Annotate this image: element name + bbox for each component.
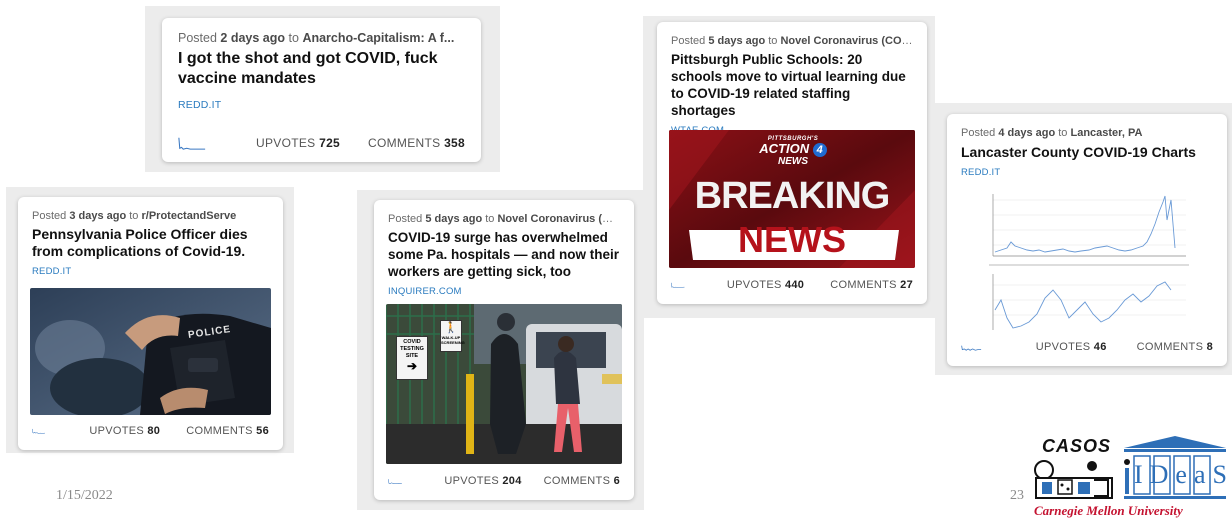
- post-domain-link[interactable]: REDD.IT: [961, 167, 1213, 178]
- sparkline-icon: [671, 282, 685, 288]
- sparkline-icon: [961, 345, 982, 351]
- post-thumbnail[interactable]: PITTSBURGH'S ACTION 4 NEWS BREAKING NEWS: [669, 130, 915, 268]
- post-thumbnail[interactable]: COVID TESTING SITE ➔ 🚶 WALK-UP SCREENING: [386, 304, 622, 464]
- post-footer: UPVOTES 46 COMMENTS 8: [961, 338, 1213, 356]
- comment-count[interactable]: COMMENTS 56: [186, 425, 269, 437]
- post-title[interactable]: Pennsylvania Police Officer dies from co…: [32, 226, 269, 260]
- post-thumbnail[interactable]: POLICE: [30, 288, 271, 415]
- post-card[interactable]: Posted 2 days ago to Anarcho-Capitalism:…: [162, 18, 481, 162]
- comment-count[interactable]: COMMENTS 27: [830, 279, 913, 291]
- post-card[interactable]: Posted 5 days ago to Novel Coronavirus (…: [657, 22, 927, 304]
- post-title[interactable]: COVID-19 surge has overwhelmed some Pa. …: [388, 229, 620, 280]
- post-age: 5 days ago: [708, 35, 766, 47]
- cmu-wordmark: Carnegie Mellon University: [1034, 503, 1183, 518]
- post-community[interactable]: Anarcho-Capitalism: A f...: [302, 31, 454, 45]
- covid-testing-sign: COVID TESTING SITE ➔: [396, 336, 428, 380]
- post-thumbnail[interactable]: [981, 190, 1191, 330]
- post-meta: Posted 2 days ago to Anarcho-Capitalism:…: [178, 31, 455, 45]
- post-meta: Posted 5 days ago to Novel Coronavirus (…: [671, 34, 913, 48]
- upvote-count: UPVOTES 725: [256, 136, 341, 150]
- post-meta: Posted 3 days ago to r/ProtectandServe: [32, 210, 237, 222]
- post-footer: UPVOTES 80 COMMENTS 56: [32, 422, 269, 440]
- post-age: 3 days ago: [69, 210, 127, 222]
- post-community[interactable]: Lancaster, PA: [1070, 127, 1142, 139]
- post-title[interactable]: Lancaster County COVID-19 Charts: [961, 143, 1213, 161]
- post-footer: UPVOTES 204 COMMENTS 6: [388, 472, 620, 490]
- station-logo: PITTSBURGH'S ACTION 4 NEWS: [753, 136, 833, 167]
- sparkline-icon: [178, 137, 206, 150]
- comment-count[interactable]: COMMENTS 6: [544, 475, 620, 487]
- post-community[interactable]: r/ProtectandServe: [141, 210, 236, 222]
- post-title[interactable]: Pittsburgh Public Schools: 20 schools mo…: [671, 51, 913, 119]
- breaking-headline: BREAKING: [694, 175, 891, 217]
- post-card[interactable]: Posted 5 days ago to Novel Coronavirus (…: [374, 200, 634, 500]
- post-meta: Posted 5 days ago to Novel Coronavirus (…: [388, 212, 620, 226]
- slide-page-number: 23: [1010, 488, 1024, 503]
- upvote-count: UPVOTES 204: [444, 475, 522, 487]
- post-age: 4 days ago: [998, 127, 1056, 139]
- post-age: 2 days ago: [220, 31, 286, 45]
- post-footer: UPVOTES 440 COMMENTS 27: [671, 276, 913, 294]
- comment-count[interactable]: COMMENTS 358: [368, 136, 465, 150]
- post-community[interactable]: Novel Coronavirus (COV...: [780, 35, 913, 47]
- post-meta: Posted 4 days ago to Lancaster, PA: [961, 127, 1143, 139]
- post-domain-link[interactable]: REDD.IT: [32, 266, 269, 277]
- news-headline: NEWS: [738, 219, 846, 260]
- sparkline-icon: [32, 428, 45, 434]
- upvote-count: UPVOTES 440: [726, 279, 805, 291]
- post-card[interactable]: Posted 4 days ago to Lancaster, PA Lanca…: [947, 114, 1227, 366]
- ideas-logo: IDeaS: [1120, 434, 1230, 500]
- upvote-count: UPVOTES 80: [89, 425, 161, 437]
- sparkline-icon: [388, 479, 402, 484]
- post-age: 5 days ago: [425, 213, 483, 225]
- slide-date: 1/15/2022: [56, 488, 113, 503]
- post-community[interactable]: Novel Coronavirus (COV...: [497, 213, 620, 225]
- post-domain-link[interactable]: INQUIRER.COM: [388, 286, 620, 297]
- comment-count[interactable]: COMMENTS 8: [1137, 341, 1213, 353]
- upvote-count: UPVOTES 46: [1035, 341, 1107, 353]
- walk-up-sign: 🚶 WALK-UP SCREENING: [440, 320, 465, 352]
- post-footer: UPVOTES 725 COMMENTS 358: [178, 134, 465, 152]
- casos-logo: CASOS: [1032, 436, 1118, 500]
- post-domain-link[interactable]: REDD.IT: [178, 99, 465, 111]
- post-title[interactable]: I got the shot and got COVID, fuck vacci…: [178, 49, 465, 89]
- post-card[interactable]: Posted 3 days ago to r/ProtectandServe P…: [18, 197, 283, 450]
